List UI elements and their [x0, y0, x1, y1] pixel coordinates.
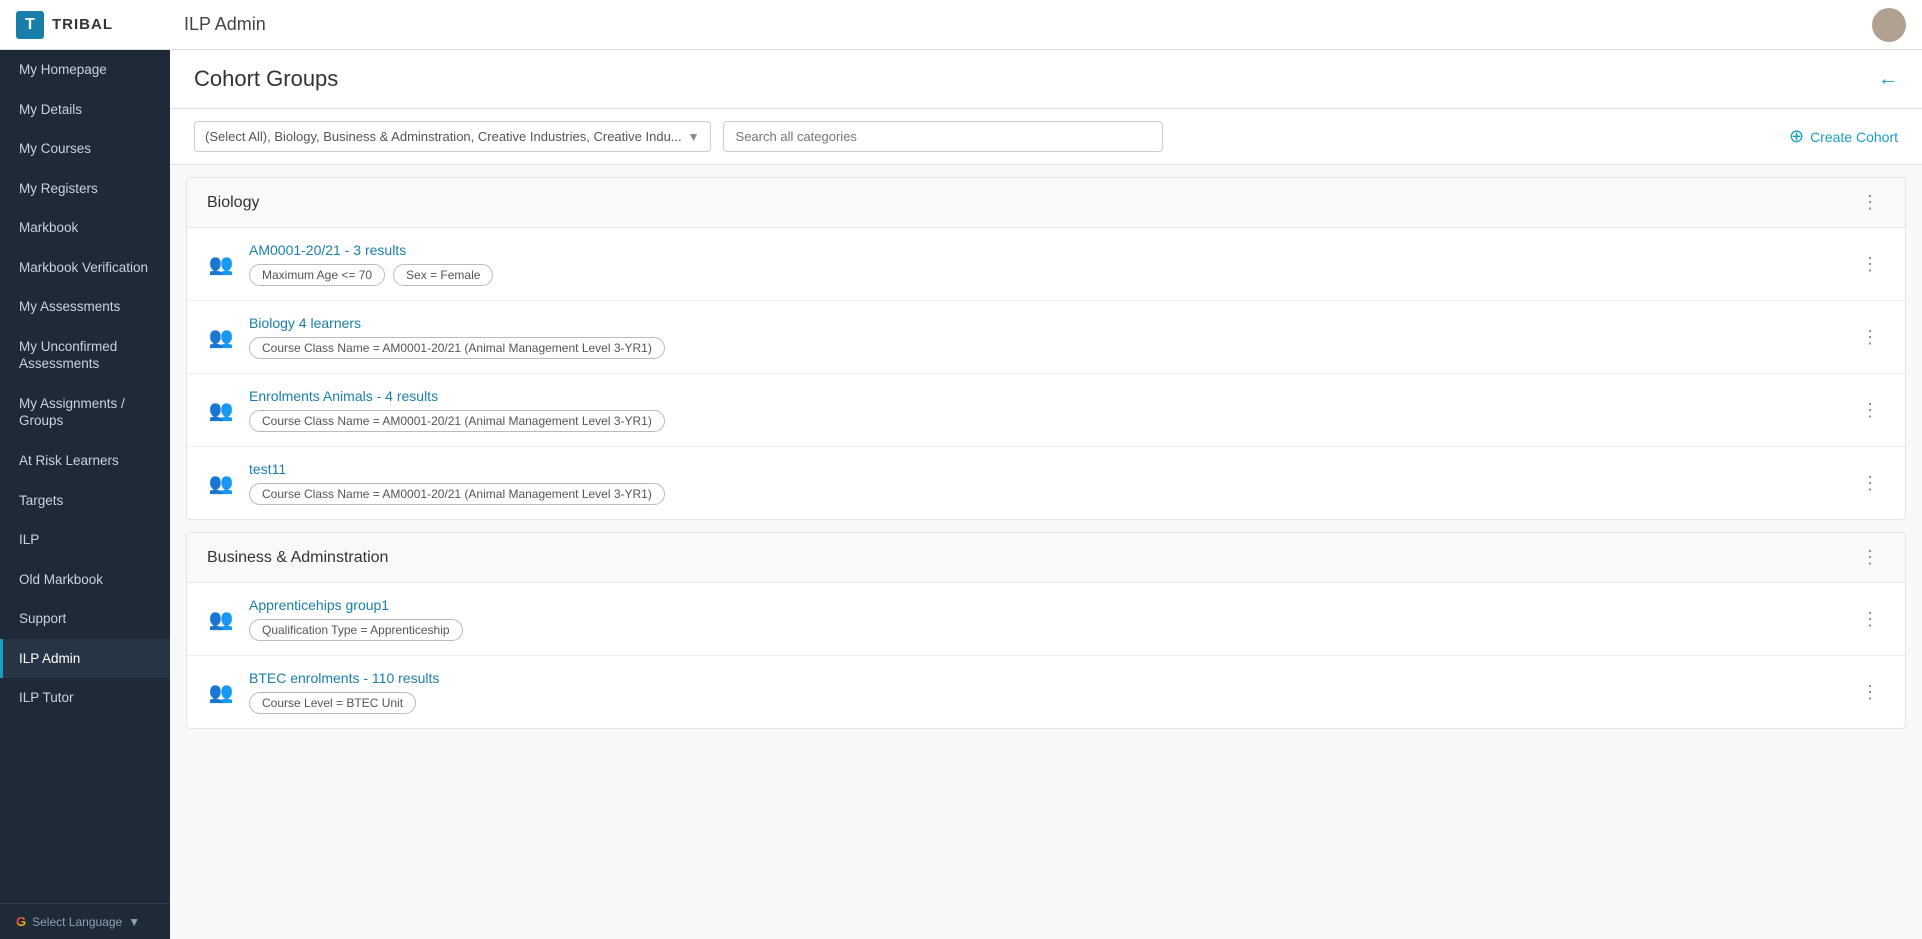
sidebar: My Homepage My Details My Courses My Reg…: [0, 50, 170, 939]
dropdown-chevron-icon: ▼: [688, 130, 700, 144]
tag-qualification-type: Qualification Type = Apprenticeship: [249, 619, 463, 641]
cohort-apprenticeships-info: Apprenticehips group1 Qualification Type…: [249, 597, 1841, 641]
cohort-am0001-info: AM0001-20/21 - 3 results Maximum Age <= …: [249, 242, 1841, 286]
cohort-enrolments-animals-link[interactable]: Enrolments Animals - 4 results: [249, 388, 1841, 404]
cohort-row-biology4: 👥 Biology 4 learners Course Class Name =…: [187, 301, 1905, 374]
section-biology: Biology ⋮ 👥 AM0001-20/21 - 3 results Max…: [186, 177, 1906, 520]
main-content: Cohort Groups ← (Select All), Biology, B…: [170, 50, 1922, 939]
back-button[interactable]: ←: [1878, 68, 1898, 91]
tag-enrolments-animals-course: Course Class Name = AM0001-20/21 (Animal…: [249, 410, 665, 432]
sidebar-item-support[interactable]: Support: [0, 599, 170, 639]
section-business-menu-button[interactable]: ⋮: [1855, 545, 1885, 570]
sidebar-item-my-assessments[interactable]: My Assessments: [0, 287, 170, 327]
tag-biology4-course: Course Class Name = AM0001-20/21 (Animal…: [249, 337, 665, 359]
sidebar-item-markbook-verification[interactable]: Markbook Verification: [0, 248, 170, 288]
sidebar-item-my-registers[interactable]: My Registers: [0, 169, 170, 209]
cohort-users-icon: 👥: [207, 325, 235, 350]
cohort-test11-tags: Course Class Name = AM0001-20/21 (Animal…: [249, 483, 1841, 505]
tag-max-age: Maximum Age <= 70: [249, 264, 385, 286]
cohort-enrolments-animals-info: Enrolments Animals - 4 results Course Cl…: [249, 388, 1841, 432]
sidebar-item-at-risk-learners[interactable]: At Risk Learners: [0, 441, 170, 481]
section-business-header: Business & Adminstration ⋮: [187, 533, 1905, 583]
toolbar: (Select All), Biology, Business & Admins…: [170, 109, 1922, 165]
cohort-am0001-menu-button[interactable]: ⋮: [1855, 252, 1885, 277]
create-cohort-button[interactable]: ⊕ Create Cohort: [1789, 126, 1898, 147]
sidebar-item-old-markbook[interactable]: Old Markbook: [0, 560, 170, 600]
section-biology-title: Biology: [207, 194, 1855, 212]
sidebar-item-my-courses[interactable]: My Courses: [0, 129, 170, 169]
cohort-users-icon: 👥: [207, 398, 235, 423]
sidebar-item-targets[interactable]: Targets: [0, 481, 170, 521]
cohort-apprenticeships-link[interactable]: Apprenticehips group1: [249, 597, 1841, 613]
cohort-btec-info: BTEC enrolments - 110 results Course Lev…: [249, 670, 1841, 714]
top-header: T TRIBAL ILP Admin: [0, 0, 1922, 50]
cohort-row-apprenticeships: 👥 Apprenticehips group1 Qualification Ty…: [187, 583, 1905, 656]
cohort-test11-info: test11 Course Class Name = AM0001-20/21 …: [249, 461, 1841, 505]
avatar[interactable]: [1872, 8, 1906, 42]
cohort-btec-link[interactable]: BTEC enrolments - 110 results: [249, 670, 1841, 686]
cohort-row-am0001: 👥 AM0001-20/21 - 3 results Maximum Age <…: [187, 228, 1905, 301]
app-title: ILP Admin: [184, 14, 266, 35]
cohort-users-icon: 👥: [207, 680, 235, 705]
sidebar-item-my-homepage[interactable]: My Homepage: [0, 50, 170, 90]
sidebar-item-markbook[interactable]: Markbook: [0, 208, 170, 248]
cohort-am0001-link[interactable]: AM0001-20/21 - 3 results: [249, 242, 1841, 258]
sidebar-item-ilp-tutor[interactable]: ILP Tutor: [0, 678, 170, 718]
cohort-test11-menu-button[interactable]: ⋮: [1855, 471, 1885, 496]
google-logo-icon: G: [16, 914, 26, 929]
cohort-apprenticeships-tags: Qualification Type = Apprenticeship: [249, 619, 1841, 641]
cohort-biology4-menu-button[interactable]: ⋮: [1855, 325, 1885, 350]
create-cohort-plus-icon: ⊕: [1789, 126, 1804, 147]
tag-sex-female: Sex = Female: [393, 264, 493, 286]
cohort-biology4-link[interactable]: Biology 4 learners: [249, 315, 1841, 331]
search-input[interactable]: [723, 121, 1163, 152]
category-dropdown-value: (Select All), Biology, Business & Admins…: [205, 129, 682, 144]
cohort-users-icon: 👥: [207, 607, 235, 632]
cohort-btec-tags: Course Level = BTEC Unit: [249, 692, 1841, 714]
cohort-enrolments-animals-menu-button[interactable]: ⋮: [1855, 398, 1885, 423]
tag-test11-course: Course Class Name = AM0001-20/21 (Animal…: [249, 483, 665, 505]
category-dropdown[interactable]: (Select All), Biology, Business & Admins…: [194, 121, 711, 152]
cohort-am0001-tags: Maximum Age <= 70 Sex = Female: [249, 264, 1841, 286]
language-chevron-icon: ▼: [128, 915, 140, 929]
logo-block: T TRIBAL: [16, 11, 176, 39]
section-business-title: Business & Adminstration: [207, 549, 1855, 567]
avatar-image: [1872, 8, 1906, 42]
sidebar-item-ilp-admin[interactable]: ILP Admin: [0, 639, 170, 679]
sidebar-item-my-assignments-groups[interactable]: My Assignments / Groups: [0, 384, 170, 441]
main-layout: My Homepage My Details My Courses My Reg…: [0, 50, 1922, 939]
tribal-logo-letter: T: [16, 11, 44, 39]
tribal-logo-name: TRIBAL: [52, 16, 113, 33]
sidebar-footer-language[interactable]: G Select Language ▼: [0, 903, 170, 939]
cohort-biology4-info: Biology 4 learners Course Class Name = A…: [249, 315, 1841, 359]
sidebar-item-ilp[interactable]: ILP: [0, 520, 170, 560]
cohort-apprenticeships-menu-button[interactable]: ⋮: [1855, 607, 1885, 632]
cohort-row-test11: 👥 test11 Course Class Name = AM0001-20/2…: [187, 447, 1905, 519]
section-biology-header: Biology ⋮: [187, 178, 1905, 228]
page-header-bar: Cohort Groups ←: [170, 50, 1922, 109]
cohort-row-enrolments-animals: 👥 Enrolments Animals - 4 results Course …: [187, 374, 1905, 447]
sidebar-item-my-unconfirmed-assessments[interactable]: My Unconfirmed Assessments: [0, 327, 170, 384]
cohort-enrolments-animals-tags: Course Class Name = AM0001-20/21 (Animal…: [249, 410, 1841, 432]
section-business-administration: Business & Adminstration ⋮ 👥 Apprenticeh…: [186, 532, 1906, 729]
section-biology-menu-button[interactable]: ⋮: [1855, 190, 1885, 215]
select-language-label: Select Language: [32, 915, 122, 929]
cohort-users-icon: 👥: [207, 471, 235, 496]
page-title: Cohort Groups: [194, 66, 1866, 92]
cohort-row-btec: 👥 BTEC enrolments - 110 results Course L…: [187, 656, 1905, 728]
cohort-users-icon: 👥: [207, 252, 235, 277]
create-cohort-label: Create Cohort: [1810, 129, 1898, 145]
cohort-btec-menu-button[interactable]: ⋮: [1855, 680, 1885, 705]
sidebar-item-my-details[interactable]: My Details: [0, 90, 170, 130]
cohort-test11-link[interactable]: test11: [249, 461, 1841, 477]
tag-course-level: Course Level = BTEC Unit: [249, 692, 416, 714]
cohort-biology4-tags: Course Class Name = AM0001-20/21 (Animal…: [249, 337, 1841, 359]
